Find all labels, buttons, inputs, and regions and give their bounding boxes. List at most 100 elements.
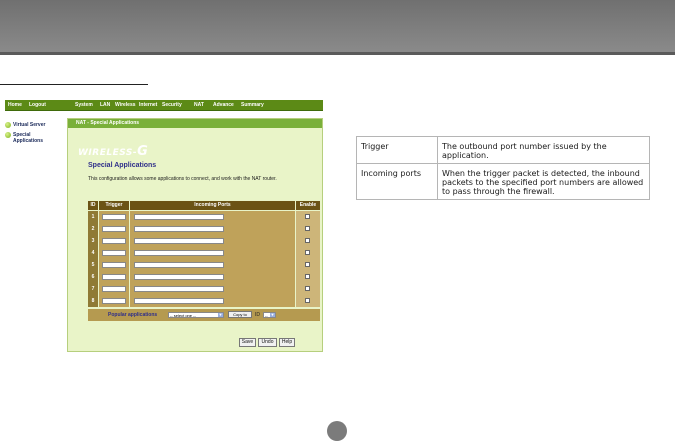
copy-to-button[interactable]: Copy to <box>228 311 252 318</box>
trigger-input[interactable] <box>102 298 126 304</box>
table-row: 7 <box>88 283 320 295</box>
trigger-input[interactable] <box>102 238 126 244</box>
select-value: -- <box>265 313 268 318</box>
logo-prefix: WIRELESS- <box>78 148 138 158</box>
term-cell: Trigger <box>356 136 438 164</box>
row-id: 2 <box>88 223 98 235</box>
bullet-icon <box>5 122 11 128</box>
menu-advance[interactable]: Advance <box>213 100 234 110</box>
enable-checkbox[interactable] <box>305 286 310 291</box>
incoming-cell <box>130 271 295 283</box>
trigger-cell <box>99 295 129 307</box>
incoming-cell <box>130 223 295 235</box>
enable-checkbox[interactable] <box>305 214 310 219</box>
trigger-input[interactable] <box>102 286 126 292</box>
row-id: 4 <box>88 247 98 259</box>
menu-summary[interactable]: Summary <box>241 100 264 110</box>
trigger-cell <box>99 283 129 295</box>
id-select[interactable]: -- ▼ <box>263 312 276 318</box>
menu-logout[interactable]: Logout <box>29 100 46 110</box>
popular-select[interactable]: -- select one -- ▼ <box>168 312 224 318</box>
enable-checkbox[interactable] <box>305 238 310 243</box>
trigger-input[interactable] <box>102 274 126 280</box>
table-row: 6 <box>88 271 320 283</box>
incoming-ports-input[interactable] <box>134 286 224 292</box>
incoming-ports-input[interactable] <box>134 238 224 244</box>
id-label: ID <box>255 312 260 318</box>
undo-button[interactable]: Undo <box>258 338 277 347</box>
table-row: 8 <box>88 295 320 307</box>
enable-cell <box>296 259 320 271</box>
enable-checkbox[interactable] <box>305 274 310 279</box>
panel-title-text: NAT - Special Applications <box>76 120 140 126</box>
router-menu-bar: Home Logout System LAN Wireless Internet… <box>5 100 323 111</box>
table-row: 3 <box>88 235 320 247</box>
panel-title: NAT - Special Applications <box>68 119 322 128</box>
table-row: Incoming ports When the trigger packet i… <box>356 163 650 200</box>
col-header-enable: Enable <box>296 201 320 210</box>
definition-cell: When the trigger packet is detected, the… <box>437 163 650 200</box>
incoming-ports-input[interactable] <box>134 226 224 232</box>
col-header-trigger: Trigger <box>99 201 129 210</box>
header-divider <box>0 52 675 55</box>
term-cell: Incoming ports <box>356 163 438 200</box>
incoming-cell <box>130 235 295 247</box>
incoming-ports-input[interactable] <box>134 262 224 268</box>
menu-wireless[interactable]: Wireless <box>115 100 136 110</box>
row-id: 1 <box>88 211 98 223</box>
popular-label: Popular applications <box>108 312 158 318</box>
enable-cell <box>296 211 320 223</box>
enable-checkbox[interactable] <box>305 298 310 303</box>
row-id: 3 <box>88 235 98 247</box>
enable-cell <box>296 247 320 259</box>
bullet-icon <box>5 132 11 138</box>
trigger-cell <box>99 271 129 283</box>
trigger-input[interactable] <box>102 226 126 232</box>
trigger-cell <box>99 235 129 247</box>
chevron-down-icon: ▼ <box>270 312 275 317</box>
enable-checkbox[interactable] <box>305 226 310 231</box>
enable-cell <box>296 295 320 307</box>
config-panel: NAT - Special Applications WIRELESS-G Sp… <box>67 118 323 352</box>
save-button[interactable]: Save <box>239 338 256 347</box>
page-header-band <box>0 0 675 52</box>
menu-nat[interactable]: NAT <box>194 100 204 110</box>
section-underline <box>0 84 148 85</box>
trigger-input[interactable] <box>102 250 126 256</box>
menu-home[interactable]: Home <box>8 100 22 110</box>
incoming-ports-input[interactable] <box>134 298 224 304</box>
chevron-down-icon: ▼ <box>218 312 223 317</box>
incoming-cell <box>130 295 295 307</box>
col-header-id: ID <box>88 201 98 210</box>
enable-cell <box>296 223 320 235</box>
menu-system[interactable]: System <box>75 100 93 110</box>
table-row: 4 <box>88 247 320 259</box>
page-title: Special Applications <box>88 162 157 169</box>
enable-checkbox[interactable] <box>305 250 310 255</box>
enable-cell <box>296 235 320 247</box>
incoming-cell <box>130 283 295 295</box>
popular-apps-bar: Popular applications -- select one -- ▼ C… <box>88 309 320 321</box>
trigger-input[interactable] <box>102 214 126 220</box>
row-id: 5 <box>88 259 98 271</box>
router-screenshot: Home Logout System LAN Wireless Internet… <box>5 100 323 352</box>
brand-logo: WIRELESS-G <box>78 144 149 159</box>
incoming-ports-input[interactable] <box>134 214 224 220</box>
enable-checkbox[interactable] <box>305 262 310 267</box>
nav-label: Special Applications <box>13 132 44 144</box>
help-button[interactable]: Help <box>279 338 295 347</box>
incoming-cell <box>130 247 295 259</box>
trigger-cell <box>99 259 129 271</box>
menu-lan[interactable]: LAN <box>100 100 110 110</box>
table-row: 1 <box>88 211 320 223</box>
trigger-cell <box>99 223 129 235</box>
incoming-ports-input[interactable] <box>134 274 224 280</box>
menu-internet[interactable]: Internet <box>139 100 157 110</box>
logo-suffix: G <box>137 144 149 159</box>
trigger-input[interactable] <box>102 262 126 268</box>
row-id: 8 <box>88 295 98 307</box>
enable-cell <box>296 271 320 283</box>
menu-security[interactable]: Security <box>162 100 182 110</box>
incoming-ports-input[interactable] <box>134 250 224 256</box>
row-id: 6 <box>88 271 98 283</box>
